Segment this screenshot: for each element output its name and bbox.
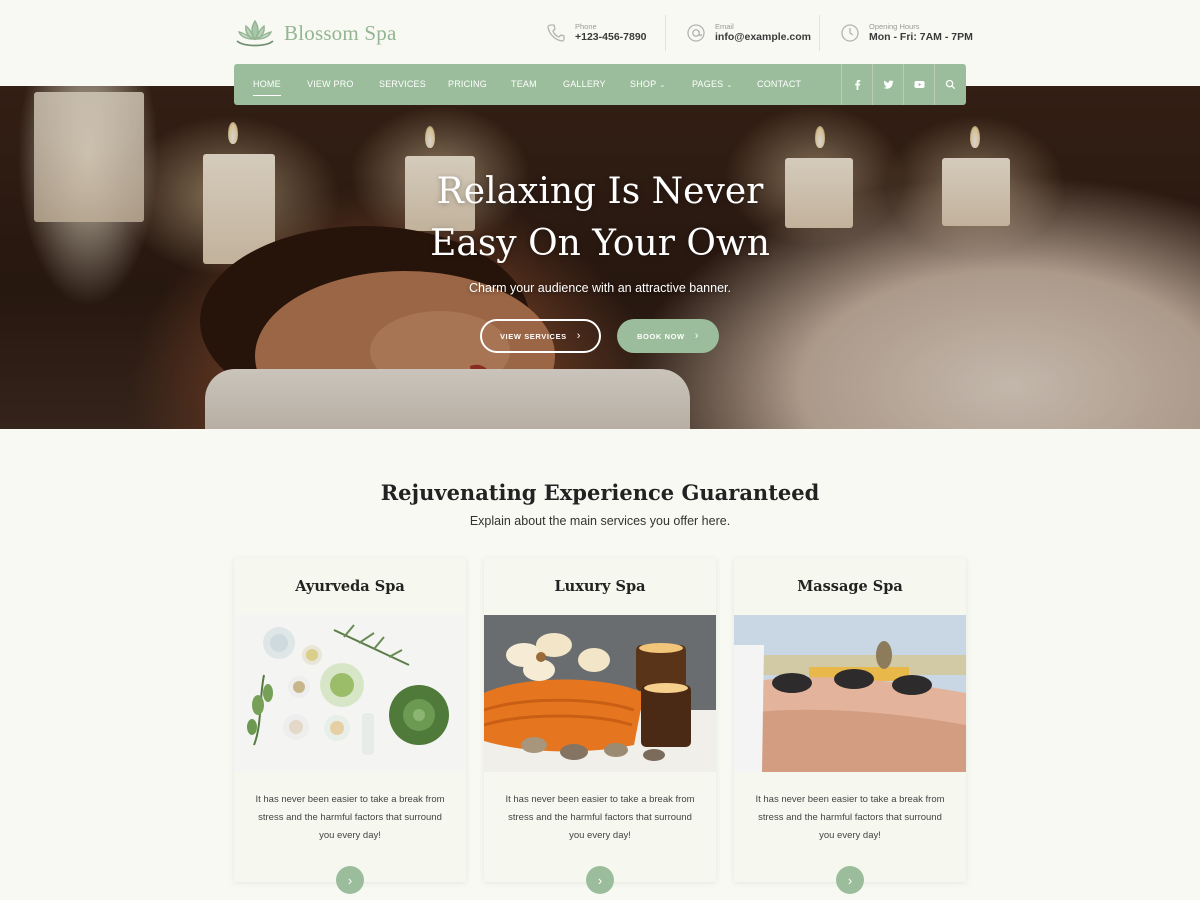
search-icon xyxy=(945,79,955,90)
nav-item-gallery[interactable]: GALLERY xyxy=(563,64,606,105)
nav-item-pricing[interactable]: PRICING xyxy=(448,64,487,105)
nav-item-services[interactable]: SERVICES xyxy=(379,64,426,105)
book-now-label: BOOK NOW xyxy=(637,331,685,341)
email-value[interactable]: info@example.com xyxy=(715,31,811,44)
service-card-title: Luxury Spa xyxy=(554,578,646,595)
service-card-ayurveda: Ayurveda Spa It has never been easier to… xyxy=(234,558,466,894)
chevron-right-icon: › xyxy=(347,872,353,888)
services-subtitle: Explain about the main services you offe… xyxy=(469,514,731,528)
services-title: Rejuvenating Experience Guaranteed xyxy=(380,480,820,505)
hero-title-line-1: Relaxing Is Never xyxy=(436,171,764,212)
twitter-icon xyxy=(883,80,894,89)
youtube-icon xyxy=(913,81,925,88)
hero-banner: Relaxing Is Never Easy On Your Own Charm… xyxy=(0,86,1200,429)
site-logo[interactable]: Blossom Spa xyxy=(234,16,396,50)
hours-label: Opening Hours xyxy=(869,21,920,31)
chevron-down-icon: ⌄ xyxy=(659,82,666,89)
service-card-luxury: Luxury Spa It has never been easier to t… xyxy=(484,558,716,894)
youtube-link[interactable] xyxy=(903,64,934,105)
hot-stone-massage-image xyxy=(734,615,966,772)
service-card-massage: Massage Spa It has never been easier to … xyxy=(734,558,966,894)
book-now-button[interactable]: BOOK NOW › xyxy=(617,319,719,353)
service-card-description: It has never been easier to take a break… xyxy=(505,794,695,841)
nav-item-pages-label: PAGES xyxy=(692,79,724,89)
nav-item-pages[interactable]: PAGES ⌄ xyxy=(692,64,732,105)
chevron-right-icon: › xyxy=(576,330,582,342)
hours-contact: Opening Hours Mon - Fri: 7AM - 7PM xyxy=(840,16,973,50)
hours-value: Mon - Fri: 7AM - 7PM xyxy=(869,31,973,44)
search-button[interactable] xyxy=(934,64,965,105)
hero-title: Relaxing Is Never Easy On Your Own xyxy=(300,166,900,270)
nav-item-shop[interactable]: SHOP ⌄ xyxy=(630,64,665,105)
facebook-icon xyxy=(854,79,860,90)
lotus-logo-icon xyxy=(236,19,274,47)
at-icon xyxy=(687,24,705,42)
twitter-link[interactable] xyxy=(872,64,903,105)
nav-item-contact[interactable]: CONTACT xyxy=(757,64,801,105)
site-name: Blossom Spa xyxy=(284,20,397,45)
phone-label: Phone xyxy=(575,21,597,31)
chevron-right-icon: › xyxy=(597,872,603,888)
chevron-right-icon: › xyxy=(694,330,699,342)
phone-icon xyxy=(547,24,565,42)
header-divider xyxy=(665,15,666,51)
massage-image xyxy=(734,615,966,772)
service-card-more-button[interactable]: › xyxy=(836,866,864,894)
hero-title-line-2: Easy On Your Own xyxy=(430,223,770,264)
email-contact: Email info@example.com xyxy=(686,16,811,50)
main-navigation: HOME VIEW PRO SERVICES PRICING TEAM GALL… xyxy=(234,64,966,105)
luxury-image xyxy=(484,615,716,772)
email-label: Email xyxy=(715,21,734,31)
view-services-label: VIEW SERVICES xyxy=(499,331,567,341)
service-card-title: Ayurveda Spa xyxy=(295,578,405,595)
header-divider xyxy=(819,15,820,51)
service-card-more-button[interactable]: › xyxy=(336,866,364,894)
nav-item-view-pro[interactable]: VIEW PRO xyxy=(307,64,354,105)
ayurveda-image xyxy=(234,615,466,772)
clock-icon xyxy=(841,24,859,42)
hero-subtitle: Charm your audience with an attractive b… xyxy=(469,281,731,295)
service-card-title: Massage Spa xyxy=(797,578,903,595)
phone-value[interactable]: +123-456-7890 xyxy=(575,31,647,44)
nav-item-team[interactable]: TEAM xyxy=(511,64,537,105)
service-card-more-button[interactable]: › xyxy=(586,866,614,894)
facebook-link[interactable] xyxy=(841,64,872,105)
chevron-down-icon: ⌄ xyxy=(726,82,733,89)
view-services-button[interactable]: VIEW SERVICES › xyxy=(480,319,601,353)
towels-candles-stones-image xyxy=(484,615,716,772)
nav-item-home[interactable]: HOME xyxy=(253,64,281,105)
chevron-right-icon: › xyxy=(847,872,853,888)
service-card-description: It has never been easier to take a break… xyxy=(755,794,945,841)
phone-contact: Phone +123-456-7890 xyxy=(546,16,647,50)
service-card-description: It has never been easier to take a break… xyxy=(255,794,445,841)
herbs-and-bowls-image xyxy=(234,615,466,772)
nav-item-shop-label: SHOP xyxy=(630,79,657,89)
